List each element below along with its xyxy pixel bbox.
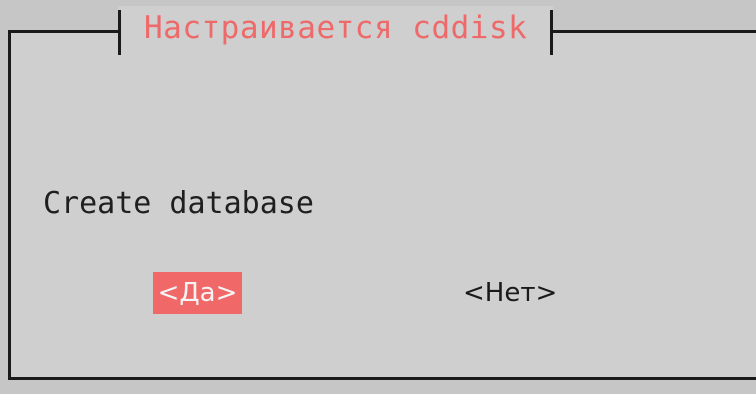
yes-button[interactable]: <Да> bbox=[153, 272, 242, 314]
no-button[interactable]: <Нет> bbox=[463, 272, 557, 314]
title-left-border bbox=[118, 10, 121, 55]
dialog-question: Create database bbox=[43, 186, 314, 221]
dialog-title: Настраивается cddisk bbox=[144, 10, 528, 46]
title-right-border bbox=[550, 10, 554, 55]
dialog-title-bar: Настраивается cddisk bbox=[118, 6, 554, 55]
